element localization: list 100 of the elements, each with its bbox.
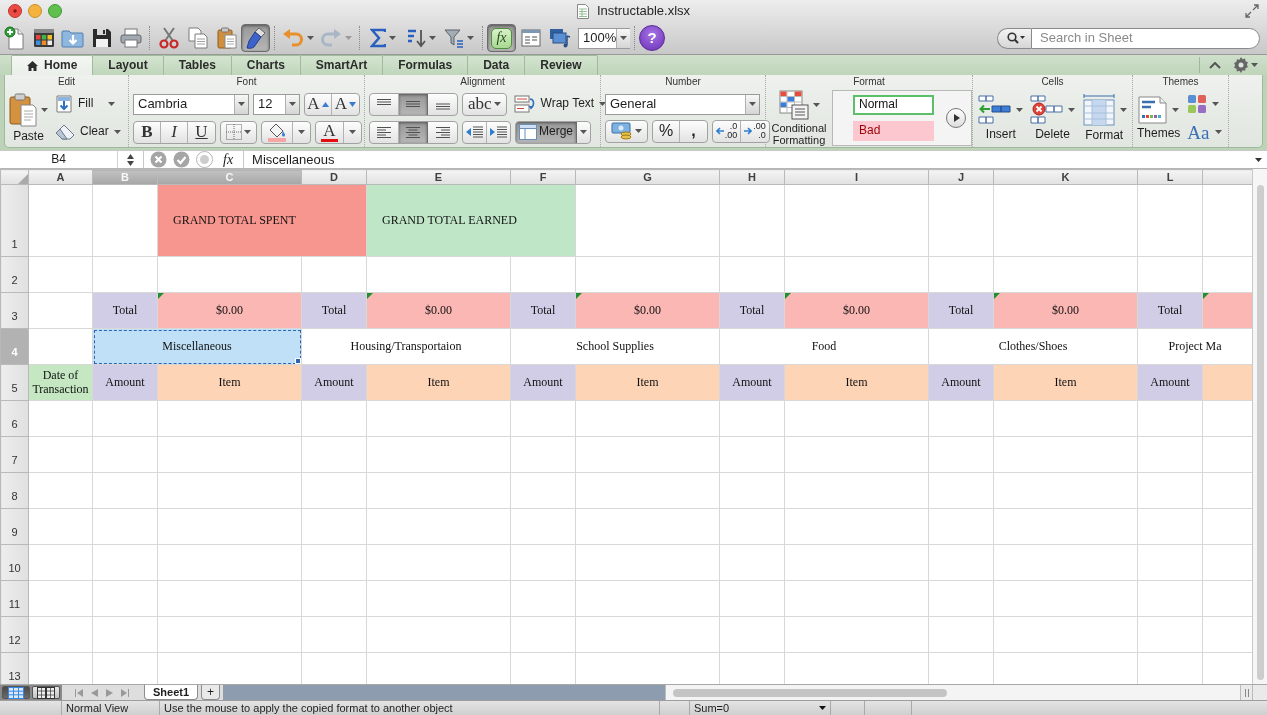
row-header[interactable]: 5 bbox=[0, 364, 29, 401]
spreadsheet-cell[interactable]: Item bbox=[784, 364, 929, 401]
spreadsheet-cell[interactable]: Total bbox=[301, 292, 367, 329]
spreadsheet-cell[interactable]: Total bbox=[92, 292, 158, 329]
dropdown-button[interactable] bbox=[745, 94, 759, 114]
sheet-tab[interactable]: Sheet1 bbox=[144, 685, 199, 700]
spreadsheet-cell[interactable]: Total bbox=[719, 292, 785, 329]
number-format-field[interactable]: General bbox=[605, 93, 760, 115]
conditional-formatting-button[interactable]: Conditional Formatting bbox=[770, 89, 828, 147]
spreadsheet-cell[interactable]: GRAND TOTAL SPENT bbox=[157, 184, 367, 257]
theme-fonts-button[interactable]: Aa bbox=[1184, 120, 1225, 144]
spreadsheet-cell[interactable]: $0.00 bbox=[993, 292, 1138, 329]
row-header[interactable]: 9 bbox=[0, 508, 29, 545]
dropdown-button[interactable] bbox=[285, 94, 299, 114]
spreadsheet-cell[interactable]: Amount bbox=[301, 364, 367, 401]
spreadsheet-cell[interactable] bbox=[1202, 364, 1252, 401]
spreadsheet-cell[interactable]: Item bbox=[993, 364, 1138, 401]
ribbon-tab[interactable]: Review bbox=[524, 55, 598, 75]
bold-button[interactable]: B bbox=[134, 121, 161, 143]
close-icon[interactable] bbox=[8, 4, 22, 18]
column-header[interactable]: K bbox=[993, 169, 1138, 185]
spreadsheet-cell[interactable]: Housing/Transportaion bbox=[301, 328, 511, 365]
spreadsheet-cell[interactable]: $0.00 bbox=[575, 292, 720, 329]
fill-button[interactable]: Fill bbox=[52, 92, 118, 116]
insert-cells-button[interactable]: Insert bbox=[977, 94, 1025, 142]
italic-button[interactable]: I bbox=[161, 121, 188, 143]
row-header[interactable]: 1 bbox=[0, 184, 29, 257]
font-color-button[interactable]: A bbox=[316, 121, 344, 143]
align-middle-button[interactable] bbox=[399, 93, 428, 115]
style-option[interactable]: Normal bbox=[853, 95, 934, 115]
spreadsheet-cell[interactable]: Miscellaneous bbox=[92, 328, 302, 365]
spreadsheet-cell[interactable]: Date of Transaction bbox=[28, 364, 93, 401]
grow-font-button[interactable]: A bbox=[305, 93, 332, 115]
spreadsheet-cell[interactable]: $0.00 bbox=[157, 292, 302, 329]
ribbon-tab[interactable]: Layout bbox=[92, 55, 164, 75]
spreadsheet-cell[interactable]: Item bbox=[575, 364, 720, 401]
row-header[interactable]: 11 bbox=[0, 580, 29, 617]
themes-button[interactable]: Themes bbox=[1137, 95, 1181, 141]
maximize-icon[interactable] bbox=[48, 4, 62, 18]
column-header[interactable]: E bbox=[366, 169, 511, 185]
spreadsheet-cell[interactable]: Total bbox=[928, 292, 994, 329]
dropdown-button[interactable] bbox=[234, 94, 248, 114]
wrap-text-button[interactable]: Wrap Text bbox=[510, 92, 601, 116]
search-options-button[interactable] bbox=[997, 27, 1031, 49]
row-header[interactable]: 6 bbox=[0, 400, 29, 437]
sum-dropdown[interactable]: Sum=0 bbox=[690, 701, 831, 715]
spreadsheet-cell[interactable] bbox=[1202, 292, 1252, 329]
increase-decimal-button[interactable]: .0 .00 bbox=[713, 120, 741, 142]
scroll-thumb[interactable] bbox=[673, 688, 947, 697]
scroll-thumb[interactable] bbox=[1256, 185, 1264, 680]
spreadsheet-cell[interactable]: Amount bbox=[719, 364, 785, 401]
clear-button[interactable]: Clear bbox=[52, 120, 118, 144]
format-cells-button[interactable]: Format bbox=[1080, 93, 1128, 143]
align-center-button[interactable] bbox=[399, 121, 428, 143]
column-header[interactable]: H bbox=[719, 169, 785, 185]
row-header[interactable]: 3 bbox=[0, 292, 29, 329]
spreadsheet-cell[interactable]: $0.00 bbox=[784, 292, 929, 329]
spreadsheet-cell[interactable]: Total bbox=[510, 292, 576, 329]
shrink-font-button[interactable]: A bbox=[332, 93, 359, 115]
paste-button[interactable]: Paste bbox=[9, 92, 48, 144]
name-box-stepper[interactable] bbox=[124, 151, 137, 168]
cross-circle-icon[interactable] bbox=[150, 151, 167, 168]
zoom-field[interactable]: 100% bbox=[578, 27, 630, 49]
row-header[interactable]: 10 bbox=[0, 544, 29, 581]
decrease-decimal-button[interactable]: .00 .0 bbox=[741, 120, 769, 142]
row-header[interactable]: 7 bbox=[0, 436, 29, 473]
spreadsheet-cell[interactable]: Food bbox=[719, 328, 929, 365]
percent-button[interactable]: % bbox=[653, 120, 680, 142]
spreadsheet-cell[interactable]: School Supplies bbox=[510, 328, 720, 365]
check-circle-icon[interactable] bbox=[173, 151, 190, 168]
font-size-field[interactable]: 12 bbox=[253, 93, 300, 115]
ribbon-tab[interactable]: Home bbox=[11, 55, 94, 75]
spreadsheet-cell[interactable]: Amount bbox=[1137, 364, 1203, 401]
fill-handle[interactable] bbox=[295, 358, 301, 364]
column-header[interactable]: L bbox=[1137, 169, 1203, 185]
spreadsheet-cell[interactable]: Amount bbox=[510, 364, 576, 401]
column-header[interactable]: I bbox=[784, 169, 929, 185]
column-header[interactable]: G bbox=[575, 169, 720, 185]
spreadsheet-cell[interactable]: Clothes/Shoes bbox=[928, 328, 1138, 365]
text-orientation-button[interactable]: abc bbox=[463, 93, 506, 115]
add-sheet-button[interactable]: + bbox=[201, 685, 221, 700]
help-button[interactable]: ? bbox=[639, 25, 665, 51]
insert-function-button[interactable]: fx bbox=[219, 151, 238, 168]
page-layout-view-button[interactable] bbox=[32, 686, 60, 699]
row-header[interactable]: 2 bbox=[0, 256, 29, 293]
row-header[interactable]: 13 bbox=[0, 652, 29, 684]
dropdown-button[interactable] bbox=[616, 28, 631, 48]
spreadsheet-cell[interactable]: GRAND TOTAL EARNED bbox=[366, 184, 576, 257]
normal-view-button[interactable] bbox=[2, 686, 30, 699]
column-header[interactable]: A bbox=[28, 169, 93, 185]
spreadsheet-cell[interactable]: Amount bbox=[928, 364, 994, 401]
spreadsheet-cell[interactable]: Total bbox=[1137, 292, 1203, 329]
merge-button[interactable]: Merge bbox=[516, 121, 577, 143]
search-field[interactable]: Search in Sheet bbox=[1031, 27, 1260, 49]
split-handle[interactable] bbox=[1240, 685, 1252, 700]
spreadsheet-cell[interactable]: Amount bbox=[92, 364, 158, 401]
delete-cells-button[interactable]: Delete bbox=[1028, 94, 1077, 142]
row-header[interactable]: 8 bbox=[0, 472, 29, 509]
style-option[interactable]: Bad bbox=[853, 121, 934, 141]
name-box[interactable]: B4 bbox=[0, 151, 118, 168]
